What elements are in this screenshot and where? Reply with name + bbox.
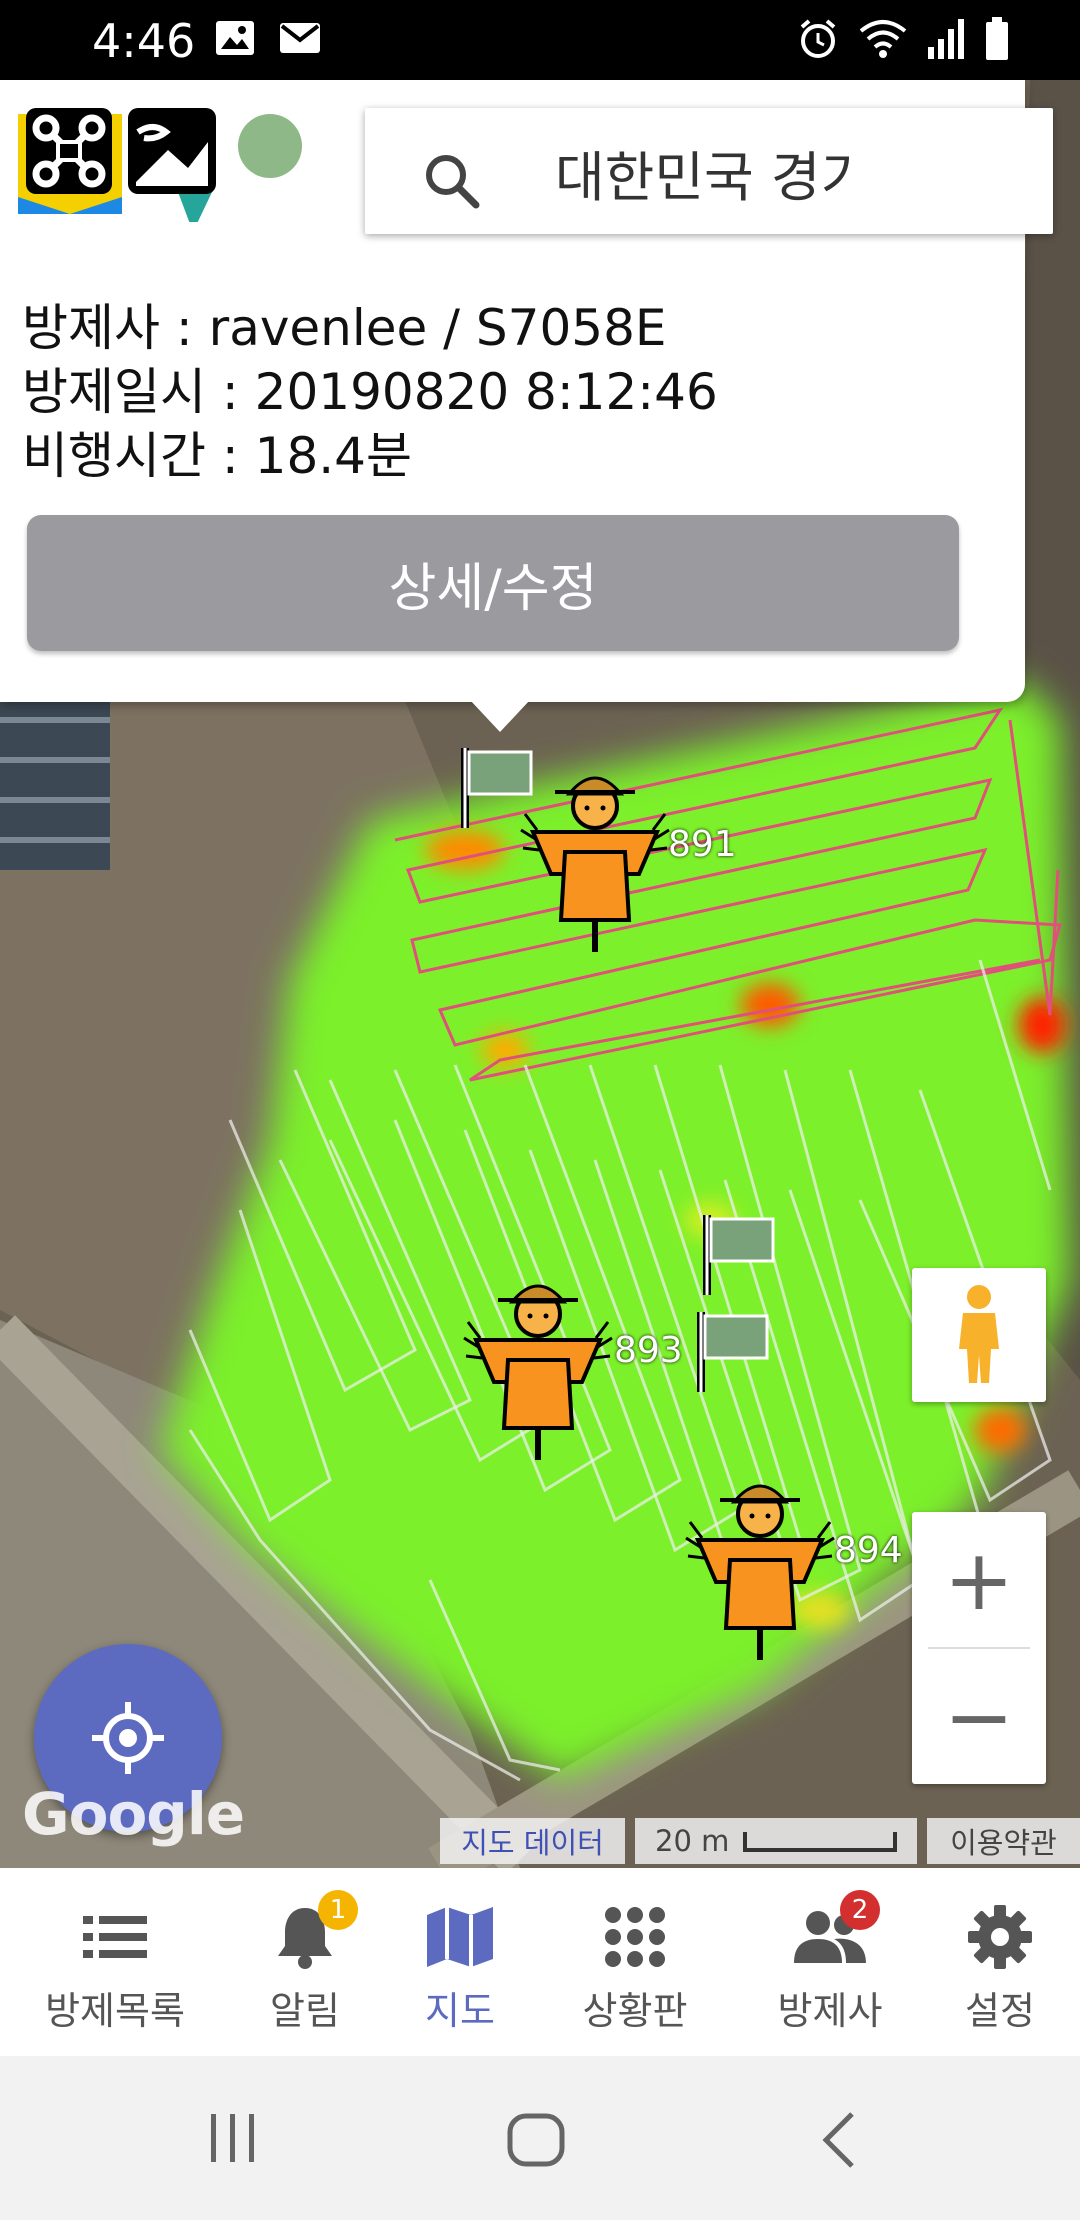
operator-text: 방제사 : ravenlee / S7058E [22, 299, 667, 357]
nav-item-alerts[interactable]: 1 알림 [230, 1868, 380, 2056]
mail-icon [280, 23, 320, 53]
nav-item-operators[interactable]: 2 방제사 [750, 1868, 910, 2056]
info-window: 방제사 : ravenlee / S7058E 방제일시 : 20190820 … [0, 80, 1053, 702]
status-time: 4:46 [92, 14, 196, 68]
status-bar: 4:46 [0, 0, 1080, 80]
nav-item-dashboard[interactable]: 상황판 [555, 1868, 715, 2056]
crosshair-icon [92, 1702, 164, 1774]
nav-label: 알림 [270, 1989, 340, 2033]
marker-label: 893 [614, 1330, 683, 1371]
zoom-in-button[interactable]: + [912, 1512, 1046, 1647]
system-icons [796, 16, 1010, 62]
nav-label: 방제사 [777, 1989, 883, 2033]
recent-apps-button[interactable] [205, 2112, 261, 2164]
app-logos [18, 102, 308, 232]
search-icon[interactable] [423, 152, 481, 210]
search-input[interactable] [553, 136, 857, 208]
detail-edit-button[interactable]: 상세/수정 [27, 515, 959, 651]
nav-item-list[interactable]: 방제목록 [20, 1868, 210, 2056]
pegman-icon [959, 1285, 999, 1383]
flight-time-text: 비행시간 : 18.4분 [22, 427, 412, 485]
map-icon [425, 1904, 495, 1970]
search-bar[interactable] [365, 108, 1053, 234]
image-icon [216, 21, 254, 55]
bell-icon: 1 [274, 1890, 358, 1970]
people-icon: 2 [794, 1890, 880, 1970]
notification-icons [214, 18, 322, 58]
zoom-out-button[interactable]: − [912, 1649, 1046, 1784]
zoom-control: + − [912, 1512, 1046, 1784]
list-icon [83, 1904, 147, 1970]
terms-link[interactable]: 이용약관 [927, 1818, 1080, 1864]
marker-label: 894 [834, 1530, 903, 1571]
alarm-icon [800, 19, 836, 58]
scale-line [743, 1832, 898, 1852]
signal-icon [928, 19, 964, 59]
grid-icon [604, 1904, 666, 1970]
nav-label: 지도 [425, 1989, 495, 2033]
nav-label: 상황판 [582, 1989, 688, 2033]
street-view-button[interactable] [912, 1268, 1046, 1402]
nav-label: 방제목록 [45, 1989, 185, 2033]
back-button[interactable] [818, 2110, 862, 2170]
alert-badge: 1 [318, 1890, 358, 1930]
gear-icon [967, 1904, 1033, 1970]
operator-badge: 2 [840, 1890, 880, 1930]
home-button[interactable] [506, 2112, 566, 2168]
nav-item-map[interactable]: 지도 [390, 1868, 530, 2056]
bottom-nav: 방제목록 1 알림 지도 상황판 2 방제사 설정 [0, 1868, 1080, 2056]
scale-label: 20 m [655, 1824, 730, 1858]
system-nav-bar [0, 2056, 1080, 2220]
battery-icon [986, 17, 1008, 60]
google-logo: Google [22, 1780, 245, 1848]
map-data-link[interactable]: 지도 데이터 [440, 1818, 625, 1864]
nav-item-settings[interactable]: 설정 [930, 1868, 1070, 2056]
nav-label: 설정 [965, 1989, 1035, 2033]
info-window-pointer [470, 700, 530, 732]
wifi-icon [859, 20, 907, 58]
scale-bar: 20 m [635, 1818, 917, 1864]
marker-label: 891 [668, 824, 737, 865]
datetime-text: 방제일시 : 20190820 8:12:46 [22, 363, 718, 421]
